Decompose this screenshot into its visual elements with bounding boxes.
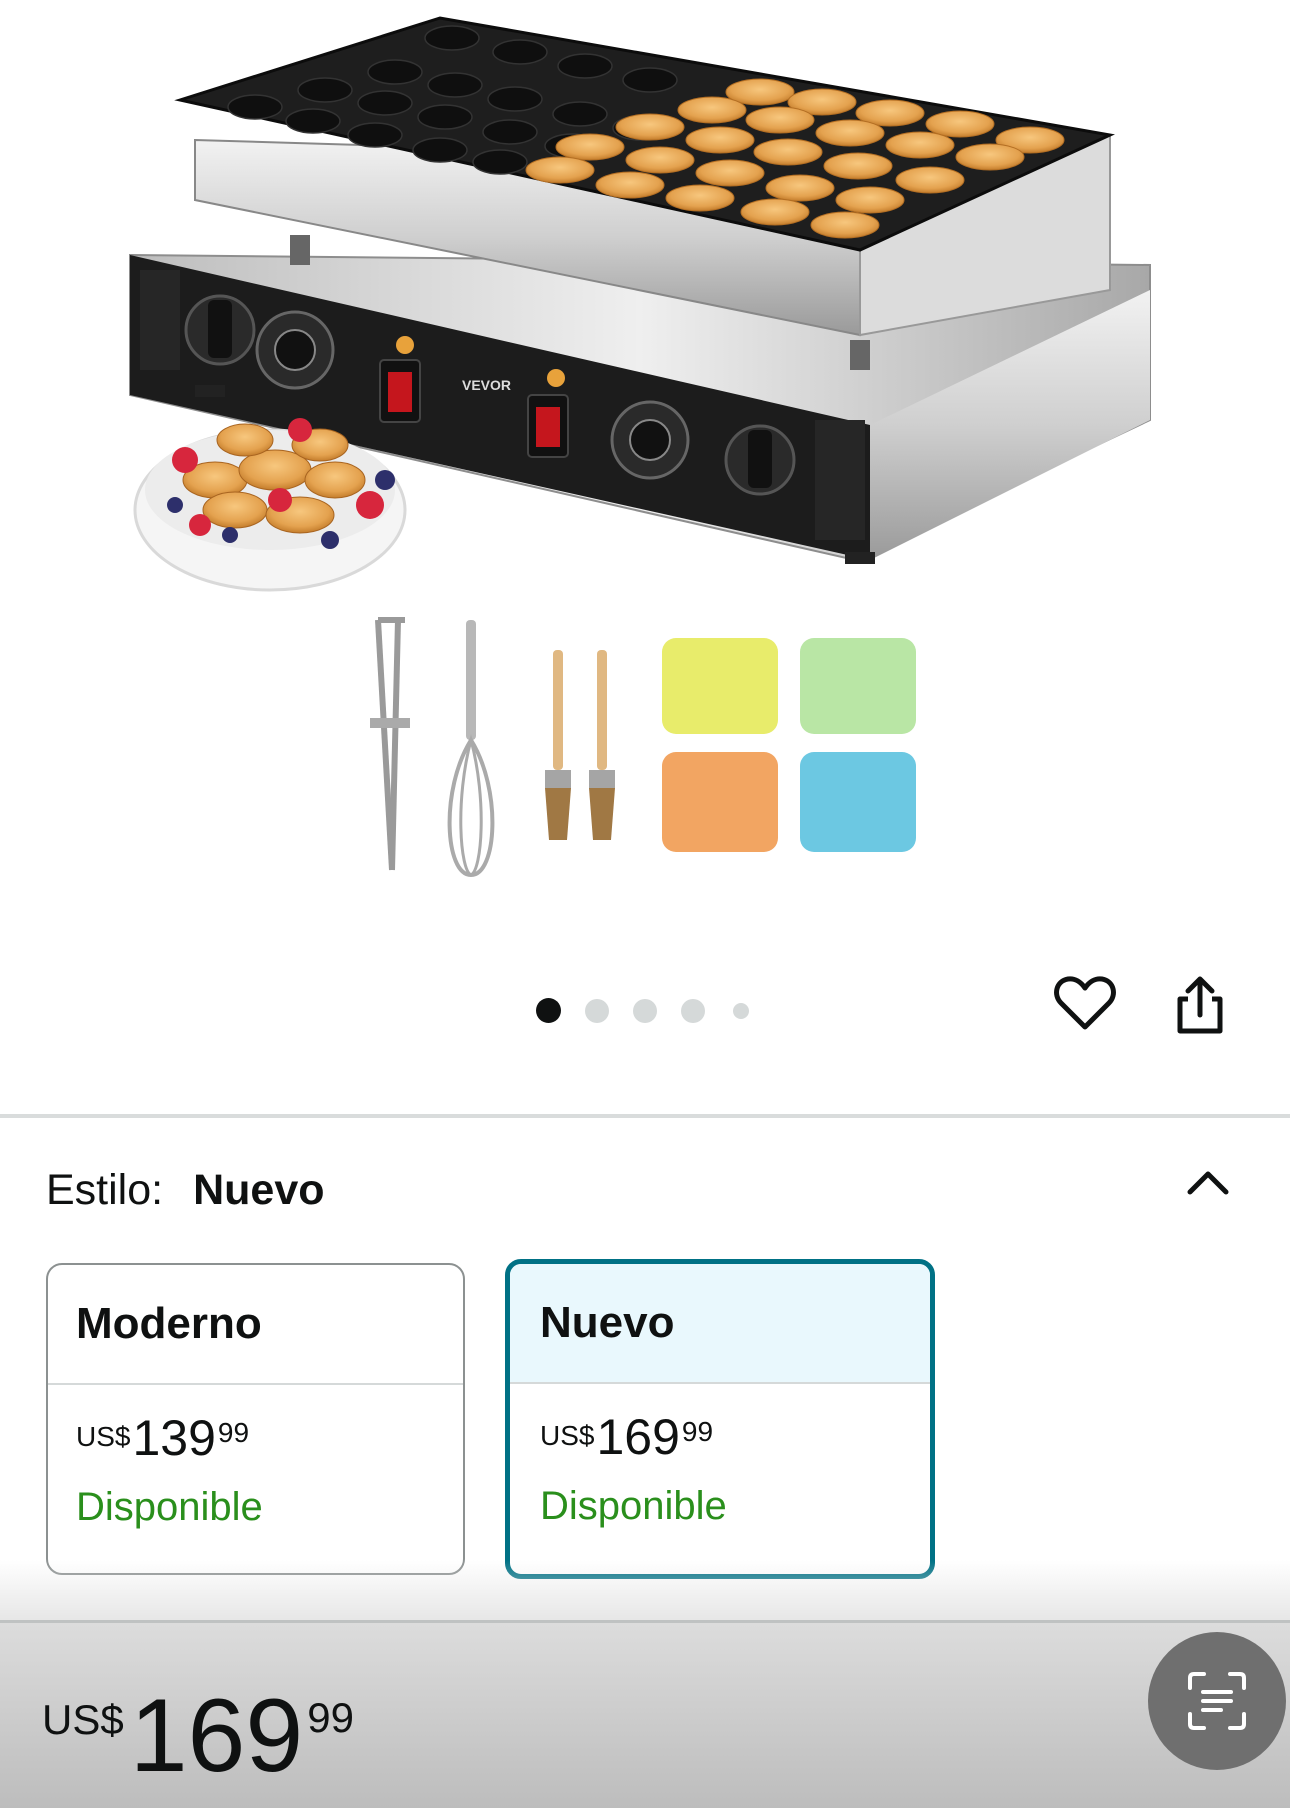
scan-text-icon xyxy=(1188,1672,1246,1730)
availability-status: Disponible xyxy=(76,1485,263,1529)
collapse-style-selector-button[interactable] xyxy=(1176,1150,1240,1214)
add-to-wishlist-button[interactable] xyxy=(1054,975,1126,1047)
share-icon xyxy=(1177,976,1223,1034)
section-divider xyxy=(0,1114,1290,1118)
scan-text-button[interactable] xyxy=(1148,1632,1286,1770)
price-fraction: 99 xyxy=(217,1417,250,1448)
carousel-dot-4[interactable] xyxy=(681,999,705,1023)
style-option-price: US$ 169 99 xyxy=(540,1412,930,1470)
carousel-dot-3[interactable] xyxy=(633,999,657,1023)
style-option-nuevo[interactable]: Nuevo US$ 169 99 Disponible xyxy=(505,1259,935,1579)
heart-icon xyxy=(1054,976,1116,1030)
price-whole: 139 xyxy=(132,1410,216,1466)
price-currency: US$ xyxy=(76,1421,131,1452)
carousel-dot-1-active[interactable] xyxy=(536,998,561,1023)
price-whole: 169 xyxy=(596,1409,680,1465)
price-currency: US$ xyxy=(42,1696,124,1743)
style-option-moderno[interactable]: Moderno US$ 139 99 Disponible xyxy=(46,1263,465,1575)
style-option-name: Moderno xyxy=(48,1265,463,1385)
style-selector-header: Estilo: Nuevo xyxy=(46,1160,325,1220)
price-fraction: 99 xyxy=(307,1694,354,1741)
price-fraction: 99 xyxy=(681,1416,714,1447)
price-whole: 169 xyxy=(129,1678,304,1794)
sticky-price: US$ 169 99 xyxy=(42,1684,354,1788)
availability-status: Disponible xyxy=(540,1484,727,1528)
chevron-up-icon xyxy=(1187,1171,1229,1195)
share-button[interactable] xyxy=(1174,975,1246,1047)
brand-logo-text: VEVOR xyxy=(462,377,511,393)
price-currency: US$ xyxy=(540,1420,595,1451)
carousel-dot-5[interactable] xyxy=(733,1003,749,1019)
bottom-fade xyxy=(0,1560,1290,1620)
product-image-gallery[interactable]: VEVOR xyxy=(0,0,1290,1110)
style-label: Estilo: xyxy=(46,1165,164,1214)
style-option-name: Nuevo xyxy=(510,1264,930,1384)
style-option-price: US$ 139 99 xyxy=(76,1413,463,1471)
product-image: VEVOR xyxy=(129,16,1151,878)
carousel-dot-2[interactable] xyxy=(585,999,609,1023)
style-selected-value: Nuevo xyxy=(193,1165,325,1214)
